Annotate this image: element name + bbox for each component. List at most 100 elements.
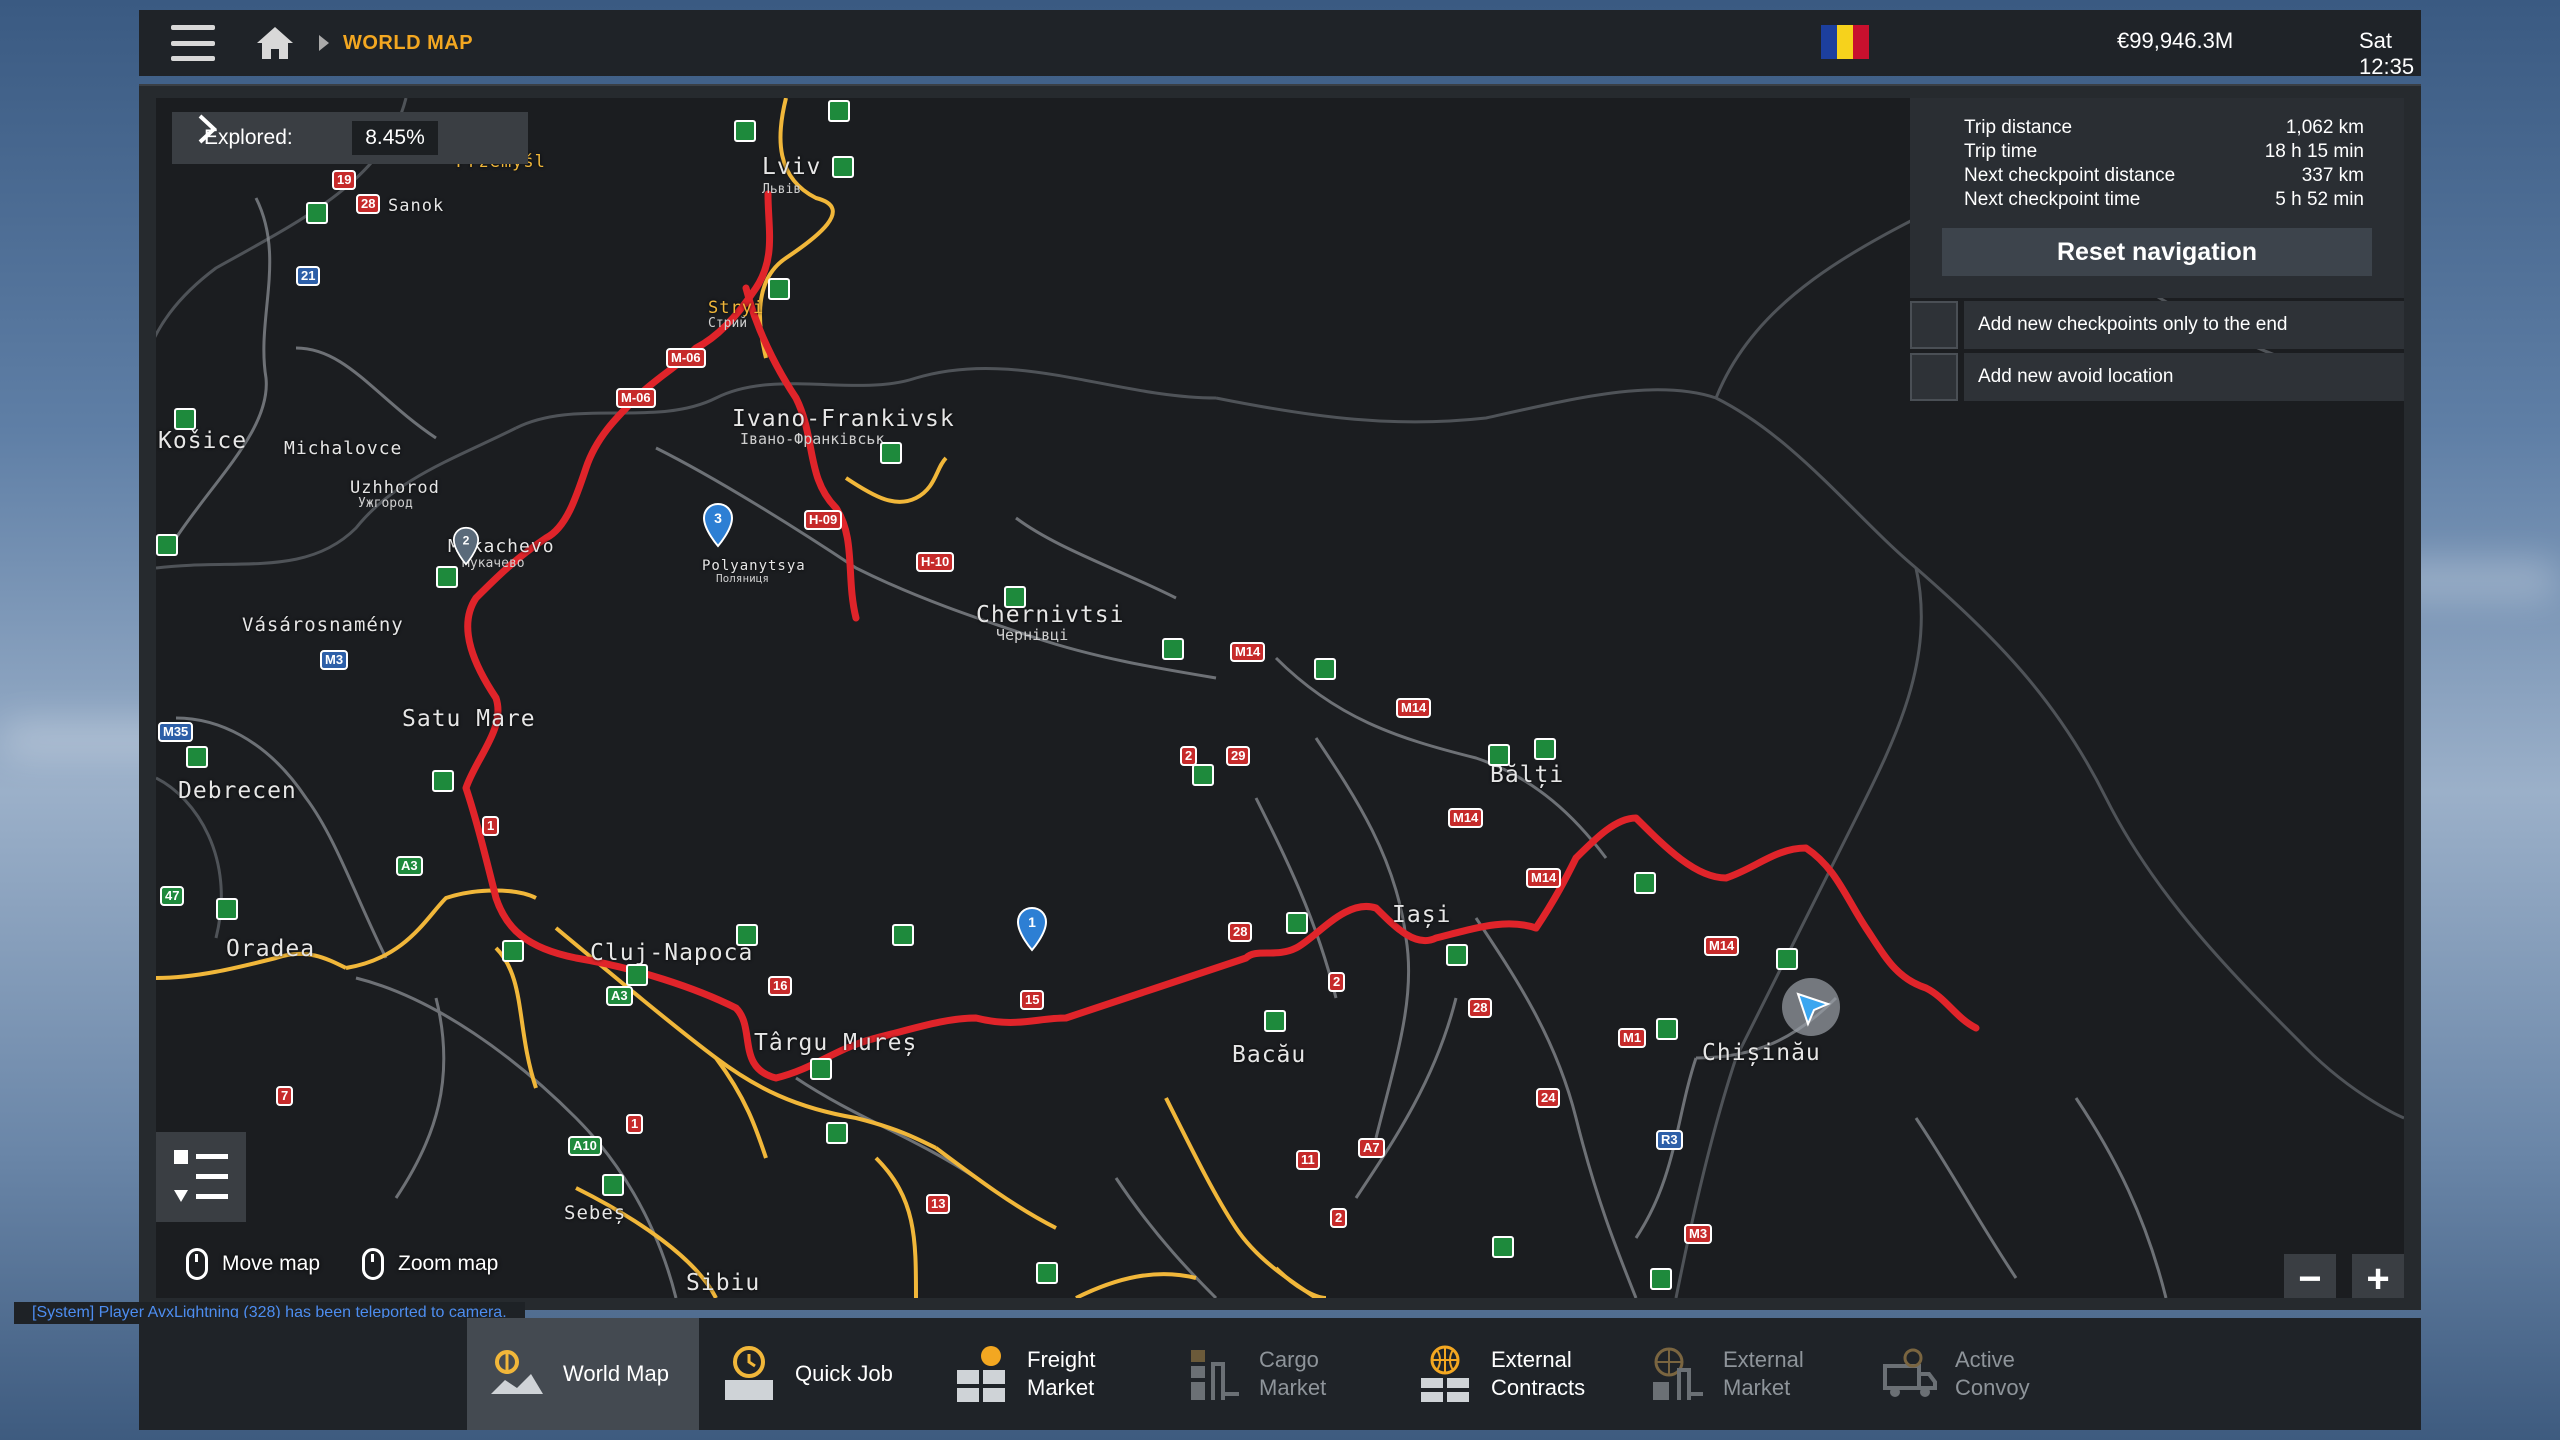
nav-label: Contracts: [1491, 1375, 1586, 1400]
quick-job-icon: [725, 1346, 773, 1400]
nav-label: Cargo: [1259, 1347, 1319, 1372]
gas-station-icon[interactable]: [186, 746, 208, 768]
gas-station-icon[interactable]: [174, 408, 196, 430]
road-shield: 7: [276, 1086, 294, 1106]
avoid-location-label: Add new avoid location: [1964, 353, 2404, 401]
bottom-navigation: World Map Quick Job Freight Market Cargo M…: [139, 1318, 2421, 1430]
explored-panel: Explored: 8.45%: [172, 112, 528, 164]
zoom-out-button[interactable]: −: [2284, 1254, 2336, 1298]
gas-station-icon[interactable]: [736, 924, 758, 946]
gas-station-icon[interactable]: [1650, 1268, 1672, 1290]
road-shield: R3: [1656, 1130, 1683, 1150]
next-checkpoint-distance-value: 337 km: [2301, 165, 2364, 186]
city-label: Bacău: [1232, 1042, 1307, 1068]
gas-station-icon[interactable]: [1776, 948, 1798, 970]
gas-station-icon[interactable]: [810, 1058, 832, 1080]
gas-station-icon[interactable]: [1634, 872, 1656, 894]
gas-station-icon[interactable]: [602, 1174, 624, 1196]
trip-distance-label: Trip distance: [1964, 117, 2073, 138]
gas-station-icon[interactable]: [432, 770, 454, 792]
gas-station-icon[interactable]: [1286, 912, 1308, 934]
nav-active-convoy[interactable]: Active Convoy: [1859, 1318, 2091, 1430]
gas-station-icon[interactable]: [1314, 658, 1336, 680]
gas-station-icon[interactable]: [1264, 1010, 1286, 1032]
nav-world-map[interactable]: World Map: [467, 1318, 699, 1430]
road-shield: H-10: [916, 552, 955, 572]
road-shield: M1: [1618, 1028, 1647, 1048]
cargo-market-icon: [1191, 1350, 1239, 1400]
gas-station-icon[interactable]: [216, 898, 238, 920]
option-checkpoints-end[interactable]: Add new checkpoints only to the end: [1910, 300, 2404, 350]
zoom-in-button[interactable]: +: [2352, 1254, 2404, 1298]
zoom-map-label: Zoom map: [398, 1252, 499, 1275]
road-shield: M14: [1448, 808, 1484, 828]
city-label: Satu Mare: [402, 706, 536, 732]
gas-station-icon[interactable]: [502, 940, 524, 962]
road-shield: 28: [356, 194, 381, 214]
road-shield: 1: [626, 1114, 644, 1134]
gas-station-icon[interactable]: [1656, 1018, 1678, 1040]
gas-station-icon[interactable]: [892, 924, 914, 946]
chevron-right-icon[interactable]: [192, 112, 220, 146]
trip-info-panel: Trip distance 1,062 km Trip time 18 h 15…: [1910, 98, 2404, 298]
trip-time-row: Trip time 18 h 15 min: [1964, 140, 2364, 164]
nav-external-market[interactable]: External Market: [1627, 1318, 1859, 1430]
road-shield: 13: [926, 1194, 951, 1214]
nav-label: Active: [1955, 1347, 2015, 1372]
player-position-icon: [1782, 978, 1840, 1036]
option-avoid-location[interactable]: Add new avoid location: [1910, 352, 2404, 402]
road-shield: M-06: [666, 348, 706, 368]
road-shield: 16: [768, 976, 793, 996]
checkpoint-2-pin-icon[interactable]: 2: [452, 526, 480, 566]
gas-station-icon[interactable]: [1446, 944, 1468, 966]
gas-station-icon[interactable]: [1488, 744, 1510, 766]
checkpoint-3-pin-icon[interactable]: 3: [702, 502, 734, 548]
gas-station-icon[interactable]: [1492, 1236, 1514, 1258]
gas-station-icon[interactable]: [1004, 586, 1026, 608]
nav-label: World Map: [563, 1361, 669, 1386]
gas-station-icon[interactable]: [306, 202, 328, 224]
nav-external-contracts[interactable]: External Contracts: [1395, 1318, 1627, 1430]
avoid-location-checkbox[interactable]: [1910, 353, 1958, 401]
city-sublabel: Ужгород: [358, 496, 413, 511]
city-sublabel: Івано-Франківськ: [740, 430, 885, 448]
menu-icon[interactable]: [171, 25, 215, 61]
nav-label: Market: [1027, 1375, 1095, 1400]
nav-quick-job[interactable]: Quick Job: [699, 1318, 931, 1430]
road-shield: 29: [1226, 746, 1251, 766]
world-map-canvas[interactable]: Lviv Львів Przemyśl Sanok Stryi Стрий Iv…: [156, 98, 2404, 1298]
gas-station-icon[interactable]: [1036, 1262, 1058, 1284]
external-contracts-icon: [1421, 1345, 1469, 1402]
checkpoints-end-label: Add new checkpoints only to the end: [1964, 301, 2404, 349]
city-label: Chișinău: [1702, 1040, 1821, 1066]
road-shield: 11: [1296, 1150, 1320, 1170]
next-checkpoint-distance-label: Next checkpoint distance: [1964, 165, 2176, 186]
gas-station-icon[interactable]: [1192, 764, 1214, 786]
gas-station-icon[interactable]: [626, 964, 648, 986]
city-label: Chernivtsi: [976, 602, 1125, 628]
checkpoints-end-checkbox[interactable]: [1910, 301, 1958, 349]
nav-freight-market[interactable]: Freight Market: [931, 1318, 1163, 1430]
nav-label: External: [1491, 1347, 1572, 1372]
home-icon[interactable]: [255, 25, 295, 61]
gas-station-icon[interactable]: [1162, 638, 1184, 660]
gas-station-icon[interactable]: [156, 534, 178, 556]
checkpoint-1-pin-icon[interactable]: 1: [1016, 906, 1048, 952]
gas-station-icon[interactable]: [828, 100, 850, 122]
nav-label: Freight: [1027, 1347, 1096, 1372]
gas-station-icon[interactable]: [768, 278, 790, 300]
road-shield: 28: [1468, 998, 1493, 1018]
gas-station-icon[interactable]: [832, 156, 854, 178]
map-legend-button[interactable]: [156, 1132, 246, 1222]
road-shield: M14: [1396, 698, 1432, 718]
gas-station-icon[interactable]: [826, 1122, 848, 1144]
gas-station-icon[interactable]: [880, 442, 902, 464]
nav-label: Convoy: [1955, 1375, 2030, 1400]
nav-cargo-market[interactable]: Cargo Market: [1163, 1318, 1395, 1430]
gas-station-icon[interactable]: [1534, 738, 1556, 760]
gas-station-icon[interactable]: [734, 120, 756, 142]
gas-station-icon[interactable]: [436, 566, 458, 588]
freight-market-icon: [957, 1346, 1005, 1402]
reset-navigation-button[interactable]: Reset navigation: [1942, 228, 2372, 276]
road-shield: 2: [1180, 746, 1198, 766]
